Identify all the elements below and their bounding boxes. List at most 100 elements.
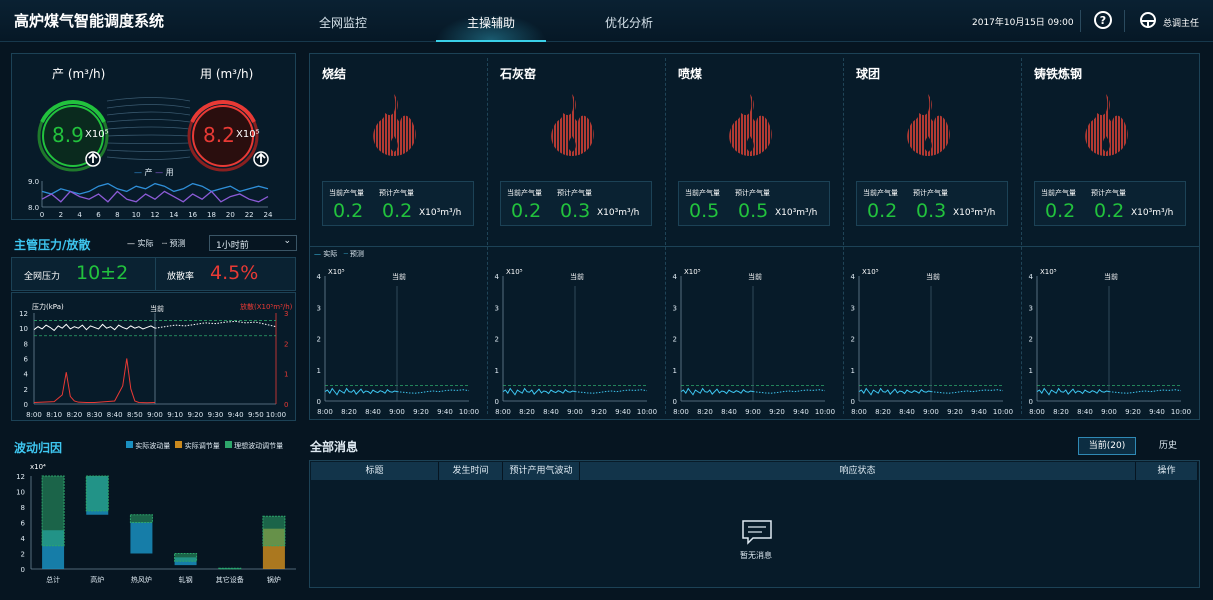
predicted-line [930, 389, 1004, 394]
y-tick-label: 4 [317, 273, 322, 281]
unit-gas-card: 当前产气量 预计产气量 0.5 0.5 X10³m³/h [678, 181, 830, 226]
legend-actual-fluct: 实际波动量 [135, 442, 171, 450]
column-header-title[interactable]: 标题 [311, 462, 439, 480]
y-tick-label: 4 [21, 535, 26, 543]
tab-history-messages[interactable]: 历史 [1144, 437, 1192, 455]
time-range-select[interactable]: 1小时前 ⌄ [209, 235, 297, 251]
column-header-status[interactable]: 响应状态 [580, 462, 1136, 480]
x-tick-label: 8:20 [697, 408, 713, 416]
category-label: 锅炉 [267, 575, 281, 584]
predicted-line [1108, 389, 1182, 394]
legend-actual: 实际 [137, 239, 154, 248]
user-name: 总调主任 [1163, 19, 1200, 29]
x-tick-label: 10 [132, 211, 141, 219]
unit-name: 烧结 [322, 67, 347, 81]
x-tick-label: 10:00 [1171, 408, 1191, 416]
y-tick-label: 0 [24, 401, 28, 409]
actual-line [502, 387, 576, 396]
empty-message-text: 暂无消息 [740, 551, 772, 560]
tab-optimization-analysis[interactable]: 优化分析 [574, 14, 684, 31]
x-tick-label: 9:00 [1101, 408, 1117, 416]
message-icon [742, 520, 772, 545]
y-tick-label: 2 [317, 336, 321, 344]
x-tick-label: 10:00 [459, 408, 479, 416]
x-tick-label: 8:00 [673, 408, 689, 416]
messages-title: 全部消息 [310, 440, 359, 454]
category-label: 轧钢 [179, 575, 193, 584]
tab-operation-assist[interactable]: 主操辅助 [436, 14, 546, 42]
unit-pellet: 球团 当前产气量 预计产气量 0.2 0.3 X10³m³/h X10⁵ 当前 0 1 2 3 4 8:0… [844, 54, 1022, 419]
unit-name: 石灰窑 [500, 67, 537, 81]
user-icon[interactable] [1139, 11, 1157, 29]
x-tick-label: 10:00 [815, 408, 835, 416]
unit-name: 铸铁炼钢 [1034, 67, 1083, 81]
predicted-gas-label: 预计产气量 [735, 189, 770, 197]
current-gas-label: 当前产气量 [685, 189, 720, 197]
dissipation-value: 4.5% [210, 262, 259, 284]
y-tick-label: 1 [851, 367, 855, 375]
current-datetime: 2017年10月15日 09:00 [972, 18, 1074, 28]
x-tick-label: 10:00 [637, 408, 657, 416]
time-range-value: 1小时前 [216, 241, 249, 251]
predicted-gas-label: 预计产气量 [557, 189, 592, 197]
unit-gas-card: 当前产气量 预计产气量 0.2 0.2 X10³m³/h [322, 181, 474, 226]
x-tick-label: 9:40 [971, 408, 987, 416]
y-tick-label: 0 [673, 398, 677, 406]
series-line [154, 320, 277, 329]
fluctuation-legend: 实际波动量 实际调节量 理想波动调节量 [126, 441, 283, 451]
series-line [33, 358, 156, 404]
x-tick-label: 24 [264, 211, 273, 219]
y-tick-label: 0 [495, 398, 499, 406]
y-tick-label: 12 [16, 473, 25, 481]
pressure-chart-panel: 压力(kPa) 放散(X10⁵m³/h) 当前 0 2 4 6 8 10 12 0 1 2 3 8:0… [11, 292, 296, 421]
predicted-gas-value: 0.5 [738, 200, 769, 222]
production-usage-chart: 9.08.00 2 4 6 8 10 12 14 16 18 20 22 24 [28, 178, 273, 219]
current-gas-label: 当前产气量 [1041, 189, 1076, 197]
x-tick-label: 12 [151, 211, 160, 219]
x-tick-label: 8:40 [899, 408, 915, 416]
y-tick-label: 4 [1029, 273, 1034, 281]
predicted-line [752, 389, 826, 394]
y-tick-label: 10 [16, 489, 25, 497]
x-tick-label: 8:00 [317, 408, 333, 416]
pressure-chart: 02468101201238:00 8:10 8:20 8:30 8:40 8:50 9:0… [19, 310, 288, 419]
pressure-title: 主管压力/放散 [14, 238, 91, 252]
tab-current-messages[interactable]: 当前(20) [1078, 437, 1136, 455]
x-tick-label: 8:20 [341, 408, 357, 416]
x-tick-label: 9:20 [187, 411, 203, 419]
y-tick-label: 4 [673, 273, 678, 281]
column-header-time[interactable]: 发生时间 [439, 462, 503, 480]
y-tick-label: 4 [495, 273, 500, 281]
x-tick-label: 10:00 [993, 408, 1013, 416]
gas-unit: X10³m³/h [953, 208, 996, 218]
unit-chart-legend: — 实际 ┈ 预测 [314, 250, 364, 258]
header: 高炉煤气智能调度系统 全网监控 主操辅助 优化分析 2017年10月15日 09… [0, 0, 1213, 42]
y-tick-label: 6 [21, 520, 26, 528]
predicted-gas-value: 0.3 [560, 200, 591, 222]
unit-sinter: 烧结 当前产气量 预计产气量 0.2 0.2 X10³m³/h X10⁵ 当前 0 1 2 3 4 8:0… [310, 54, 488, 419]
x-tick-label: 8:00 [1029, 408, 1045, 416]
y-tick-label: 0 [21, 566, 25, 574]
y-tick-label: 2 [21, 551, 25, 559]
column-header-action[interactable]: 操作 [1136, 462, 1198, 480]
tab-network-monitor[interactable]: 全网监控 [288, 14, 398, 31]
gas-unit: X10³m³/h [597, 208, 640, 218]
legend-ideal-adjust: 理想波动调节量 [234, 442, 284, 450]
pressure-legend: — 实际 ┈ 预测 [127, 239, 186, 248]
category-label: 总计 [46, 575, 60, 584]
unit-gas-card: 当前产气量 预计产气量 0.2 0.3 X10³m³/h [500, 181, 652, 226]
actual-line [1036, 387, 1110, 396]
x-tick-label: 8:20 [519, 408, 535, 416]
series-line [33, 323, 156, 332]
column-header-fluctuation[interactable]: 预计产用气波动 [503, 462, 580, 480]
x-tick-label: 10:00 [266, 411, 286, 419]
x-tick-label: 9:10 [167, 411, 183, 419]
x-tick-label: 9:00 [745, 408, 761, 416]
x-tick-label: 8:40 [365, 408, 381, 416]
unit-gas-chart: 0 1 2 3 4 8:00 8:20 8:40 9:00 9:20 9:40 10:00 [673, 273, 836, 416]
unit-name: 喷煤 [678, 67, 703, 81]
chevron-down-icon: ⌄ [283, 236, 291, 246]
current-gas-label: 当前产气量 [329, 189, 364, 197]
question-circle-icon[interactable]: ? [1094, 11, 1112, 29]
divider [1080, 10, 1081, 32]
